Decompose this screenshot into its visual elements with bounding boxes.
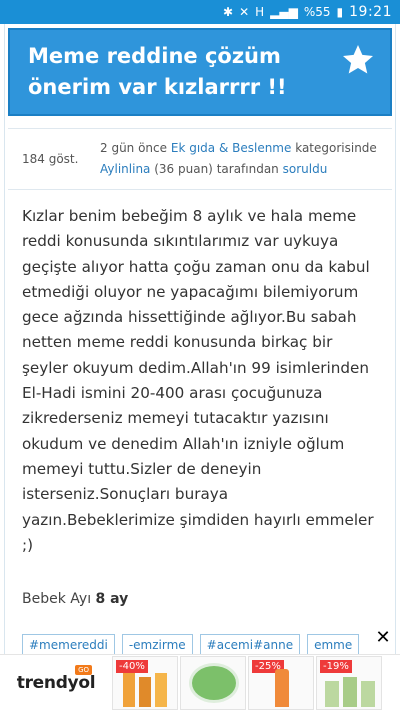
battery-icon: ▮	[336, 5, 344, 19]
question-title-banner: Meme reddine çözüm önerim var kızlarrrr …	[8, 28, 392, 116]
favorite-star-icon[interactable]	[340, 42, 376, 78]
asked-link[interactable]: soruldu	[283, 162, 328, 176]
bluetooth-icon: ✱	[223, 5, 234, 19]
ad-product-4[interactable]: -19%	[316, 656, 382, 710]
question-title: Meme reddine çözüm önerim var kızlarrrr …	[28, 44, 287, 99]
ad-product-1[interactable]: -40%	[112, 656, 178, 710]
signal-icon: ▂▄▆	[270, 5, 298, 19]
status-bar: ✱ ✕ H ▂▄▆ %55 ▮ 19:21	[0, 0, 400, 24]
ad-close-button[interactable]: ✕	[372, 627, 394, 649]
baby-age-label: Bebek Ayı	[22, 591, 92, 607]
ad-product-3[interactable]: -25%	[248, 656, 314, 710]
question-meta: 184 göst. 2 gün önce Ek gıda & Beslenme …	[8, 128, 392, 190]
ad-product-2[interactable]	[180, 656, 246, 710]
battery-percent: %55	[303, 5, 331, 19]
by-text: tarafından	[216, 162, 279, 176]
ad-brand-logo[interactable]: trendyol GO	[0, 655, 112, 711]
ad-discount-4: -19%	[320, 660, 352, 673]
tag-memereddi[interactable]: #memereddi	[22, 634, 115, 656]
mute-icon: ✕	[239, 5, 250, 19]
product-bottle-icon	[325, 681, 339, 707]
product-bottle-icon	[139, 677, 151, 707]
author-points: (36 puan)	[154, 162, 213, 176]
view-count: 184 göst.	[22, 152, 79, 166]
tag-acemianne[interactable]: #acemi#anne	[199, 634, 301, 656]
product-jar-icon	[189, 663, 239, 703]
product-bottle-icon	[343, 677, 357, 707]
category-suffix: kategorisinde	[295, 141, 377, 155]
product-bottle-icon	[123, 673, 135, 707]
product-bottle-icon	[275, 669, 289, 707]
product-bottle-icon	[155, 673, 167, 707]
baby-age-value: 8 ay	[95, 591, 129, 607]
ad-banner[interactable]: trendyol GO -40% -25% -19%	[0, 654, 400, 711]
left-border	[4, 24, 5, 654]
time-ago: 2 gün önce	[100, 141, 168, 155]
ad-brand-name: trendyol	[16, 673, 96, 693]
ad-discount-1: -40%	[116, 660, 148, 673]
baby-age: Bebek Ayı 8 ay	[22, 591, 128, 607]
ad-brand-badge: GO	[75, 664, 92, 675]
category-link[interactable]: Ek gıda & Beslenme	[171, 141, 292, 155]
tag-emzirme[interactable]: -emzirme	[121, 634, 193, 656]
question-body: Kızlar benim bebeğim 8 aylık ve hala mem…	[22, 207, 374, 554]
clock: 19:21	[349, 4, 392, 20]
author-link[interactable]: Aylinlina	[100, 162, 150, 176]
network-icon: H	[255, 5, 265, 19]
meta-text: 2 gün önce Ek gıda & Beslenme kategorisi…	[100, 138, 392, 180]
right-border	[395, 24, 396, 654]
product-bottle-icon	[361, 681, 375, 707]
tag-emme[interactable]: emme	[307, 634, 360, 656]
